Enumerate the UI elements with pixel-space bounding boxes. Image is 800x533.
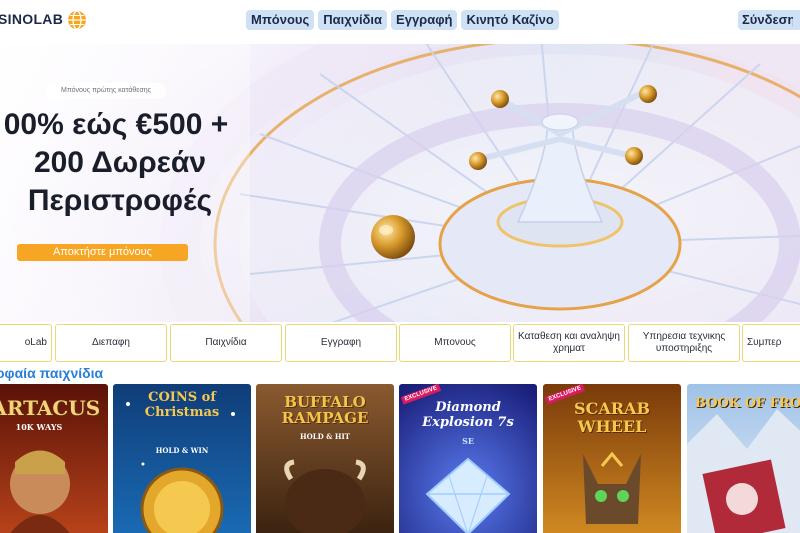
nav-bonus[interactable]: Μπόνους — [246, 10, 315, 30]
game-title: PARTACUS — [0, 396, 101, 420]
login-button[interactable]: Σύνδεση — [738, 10, 800, 30]
logo-lab-text: LAB — [33, 11, 64, 27]
logo-text: SINO — [0, 11, 34, 27]
category-conclusion[interactable]: Συμπερ — [742, 324, 800, 362]
category-registration[interactable]: Εγγραφη — [285, 324, 397, 362]
category-games[interactable]: Παιχνίδια — [170, 324, 282, 362]
hero-banner[interactable]: Μπόνους πρώτης κατάθεσης 00% εώς €500 + … — [0, 44, 800, 322]
game-title: Diamond Explosion 7s — [422, 400, 514, 430]
category-interface[interactable]: Διεπαφη — [55, 324, 167, 362]
hero-title-line-3: Περιστροφές — [27, 184, 213, 217]
nav-mobile-casino[interactable]: Κινητό Καζίνο — [461, 10, 559, 30]
game-tile-book-of-frost[interactable]: BOOK OF FROST — [687, 384, 800, 533]
game-title: BOOK OF FROST — [695, 396, 800, 411]
register-button-partial[interactable] — [793, 10, 800, 30]
top-header: SINOLAB Μπόνους Παιχνίδια Εγγραφή Κινητό… — [0, 0, 800, 40]
category-casinolab[interactable]: oLab — [0, 324, 52, 362]
game-title: COINS of Christmas — [144, 390, 220, 420]
main-nav: Μπόνους Παιχνίδια Εγγραφή Κινητό Καζίνο — [246, 10, 559, 30]
get-bonus-button[interactable]: Αποκτήστε μπόνους — [17, 244, 188, 261]
game-tag: HOLD & WIN — [155, 446, 209, 455]
game-title: BUFFALO RAMPAGE — [281, 393, 369, 427]
game-tile-buffalo-rampage[interactable]: BUFFALO RAMPAGE HOLD & HIT — [256, 384, 394, 533]
nav-register[interactable]: Εγγραφή — [391, 10, 458, 30]
game-tile-spartacus[interactable]: PARTACUS 10K WAYS — [0, 384, 108, 533]
site-logo[interactable]: SINOLAB — [0, 11, 63, 27]
game-tag: 10K WAYS — [15, 422, 63, 432]
hero-title: 00% εώς €500 + 200 Δωρεάν Περιστροφές — [0, 106, 240, 220]
category-bonus[interactable]: Μπονους — [399, 324, 511, 362]
game-tile-scarab-wheel[interactable]: EXCLUSIVE SCARAB WHEEL — [543, 384, 681, 533]
globe-icon[interactable] — [67, 10, 87, 30]
nav-games[interactable]: Παιχνίδια — [318, 10, 388, 30]
hero-title-line-1: 00% εώς €500 + — [3, 108, 229, 141]
game-tile-diamond-explosion[interactable]: EXCLUSIVE Diamond Explosion 7s SE — [399, 384, 537, 533]
game-tile-coins-of-christmas[interactable]: COINS of Christmas HOLD & WIN — [113, 384, 251, 533]
game-tag: HOLD & HIT — [300, 432, 350, 441]
game-title: SCARAB WHEEL — [574, 399, 650, 436]
category-bar: oLab Διεπαφη Παιχνίδια Εγγραφη Μπονους Κ… — [0, 324, 800, 364]
page: SINOLAB Μπόνους Παιχνίδια Εγγραφή Κινητό… — [0, 0, 800, 533]
hero-subtitle: Μπόνους πρώτης κατάθεσης — [46, 83, 166, 99]
game-tag: SE — [462, 436, 474, 446]
category-deposit-withdrawal[interactable]: Καταθεση και αναληψη χρηματ — [513, 324, 625, 362]
games-section-title: οφαία παιχνίδια — [0, 365, 104, 381]
category-support[interactable]: Υπηρεσια τεχνικης υποστηριξης — [628, 324, 740, 362]
hero-title-line-2: 200 Δωρεάν — [33, 146, 207, 179]
